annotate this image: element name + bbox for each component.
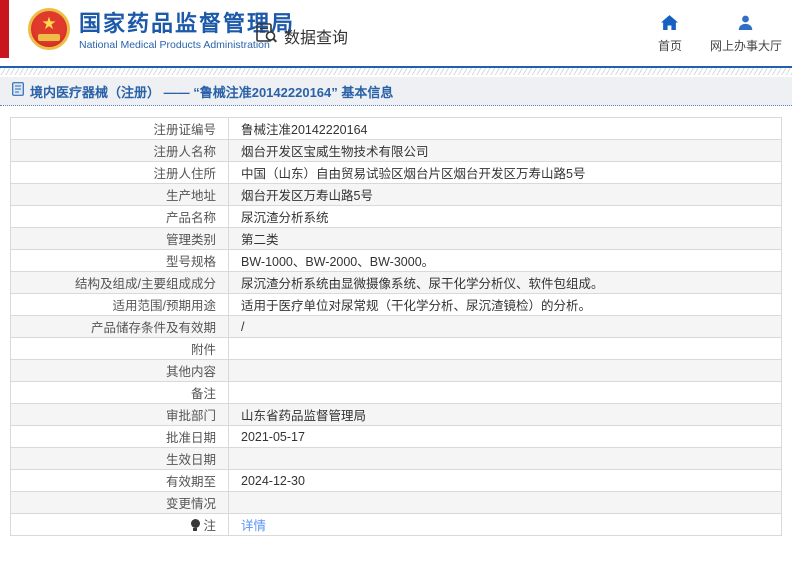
- row-value: 尿沉渣分析系统: [229, 206, 782, 228]
- row-value: 适用于医疗单位对尿常规（干化学分析、尿沉渣镜检）的分析。: [229, 294, 782, 316]
- table-row: 产品储存条件及有效期/: [11, 316, 782, 338]
- row-label: 产品名称: [11, 206, 229, 228]
- row-value: 尿沉渣分析系统由显微摄像系统、尿干化学分析仪、软件包组成。: [229, 272, 782, 294]
- row-value: BW-1000、BW-2000、BW-3000。: [229, 250, 782, 272]
- bulb-icon: [191, 519, 200, 531]
- row-label: 注: [11, 514, 229, 536]
- row-value: 2021-05-17: [229, 426, 782, 448]
- row-label: 注册人名称: [11, 140, 229, 162]
- page-title: 境内医疗器械（注册） —— “鲁械注准20142220164” 基本信息: [30, 82, 393, 101]
- row-label: 适用范围/预期用途: [11, 294, 229, 316]
- hatch-band: [0, 68, 792, 75]
- document-icon: [12, 82, 24, 101]
- table-row: 适用范围/预期用途适用于医疗单位对尿常规（干化学分析、尿沉渣镜检）的分析。: [11, 294, 782, 316]
- row-value: 中国（山东）自由贸易试验区烟台片区烟台开发区万寿山路5号: [229, 162, 782, 184]
- registration-info-table: 注册证编号鲁械注准20142220164注册人名称烟台开发区宝威生物技术有限公司…: [10, 117, 782, 536]
- table-row: 审批部门山东省药品监督管理局: [11, 404, 782, 426]
- national-emblem-logo: [28, 8, 70, 50]
- nav-service-hall[interactable]: 网上办事大厅: [710, 15, 782, 54]
- table-row: 管理类别第二类: [11, 228, 782, 250]
- table-row: 变更情况: [11, 492, 782, 514]
- row-value: 详情: [229, 514, 782, 536]
- row-value: 烟台开发区万寿山路5号: [229, 184, 782, 206]
- row-label: 注册人住所: [11, 162, 229, 184]
- nav-home-label: 首页: [658, 37, 682, 54]
- user-icon: [737, 15, 754, 33]
- row-value: 第二类: [229, 228, 782, 250]
- row-value: [229, 360, 782, 382]
- row-label: 生产地址: [11, 184, 229, 206]
- nav-service-hall-label: 网上办事大厅: [710, 37, 782, 54]
- row-label: 有效期至: [11, 470, 229, 492]
- row-label: 附件: [11, 338, 229, 360]
- row-value: 山东省药品监督管理局: [229, 404, 782, 426]
- row-label: 其他内容: [11, 360, 229, 382]
- row-value: [229, 448, 782, 470]
- table-row: 型号规格BW-1000、BW-2000、BW-3000。: [11, 250, 782, 272]
- home-icon: [661, 15, 678, 33]
- row-value: 2024-12-30: [229, 470, 782, 492]
- table-row: 注详情: [11, 514, 782, 536]
- row-value: [229, 338, 782, 360]
- page: 国家药品监督管理局 National Medical Products Admi…: [0, 0, 792, 565]
- row-label: 型号规格: [11, 250, 229, 272]
- details-link[interactable]: 详情: [241, 519, 266, 533]
- table-row: 有效期至2024-12-30: [11, 470, 782, 492]
- table-row: 结构及组成/主要组成成分尿沉渣分析系统由显微摄像系统、尿干化学分析仪、软件包组成…: [11, 272, 782, 294]
- row-label: 审批部门: [11, 404, 229, 426]
- table-row: 注册证编号鲁械注准20142220164: [11, 118, 782, 140]
- top-nav: 首页 网上办事大厅: [658, 15, 782, 54]
- row-label: 管理类别: [11, 228, 229, 250]
- row-label: 结构及组成/主要组成成分: [11, 272, 229, 294]
- table-row: 生产地址烟台开发区万寿山路5号: [11, 184, 782, 206]
- nav-home[interactable]: 首页: [658, 15, 682, 54]
- table-row: 注册人住所中国（山东）自由贸易试验区烟台片区烟台开发区万寿山路5号: [11, 162, 782, 184]
- document-search-icon: [256, 23, 278, 49]
- table-row: 批准日期2021-05-17: [11, 426, 782, 448]
- data-query-section[interactable]: 数据查询: [256, 23, 348, 49]
- row-label: 生效日期: [11, 448, 229, 470]
- row-value: 烟台开发区宝威生物技术有限公司: [229, 140, 782, 162]
- table-row: 生效日期: [11, 448, 782, 470]
- row-value: /: [229, 316, 782, 338]
- row-label: 批准日期: [11, 426, 229, 448]
- row-label: 注册证编号: [11, 118, 229, 140]
- row-label: 变更情况: [11, 492, 229, 514]
- table-row: 注册人名称烟台开发区宝威生物技术有限公司: [11, 140, 782, 162]
- data-query-label: 数据查询: [284, 24, 348, 48]
- red-stripe: [0, 0, 9, 58]
- table-row: 附件: [11, 338, 782, 360]
- row-value: [229, 382, 782, 404]
- row-value: 鲁械注准20142220164: [229, 118, 782, 140]
- table-row: 备注: [11, 382, 782, 404]
- breadcrumb: 境内医疗器械（注册） —— “鲁械注准20142220164” 基本信息: [0, 77, 792, 106]
- table-row: 产品名称尿沉渣分析系统: [11, 206, 782, 228]
- info-table-body: 注册证编号鲁械注准20142220164注册人名称烟台开发区宝威生物技术有限公司…: [11, 118, 782, 536]
- row-value: [229, 492, 782, 514]
- row-label: 产品储存条件及有效期: [11, 316, 229, 338]
- table-row: 其他内容: [11, 360, 782, 382]
- row-label: 备注: [11, 382, 229, 404]
